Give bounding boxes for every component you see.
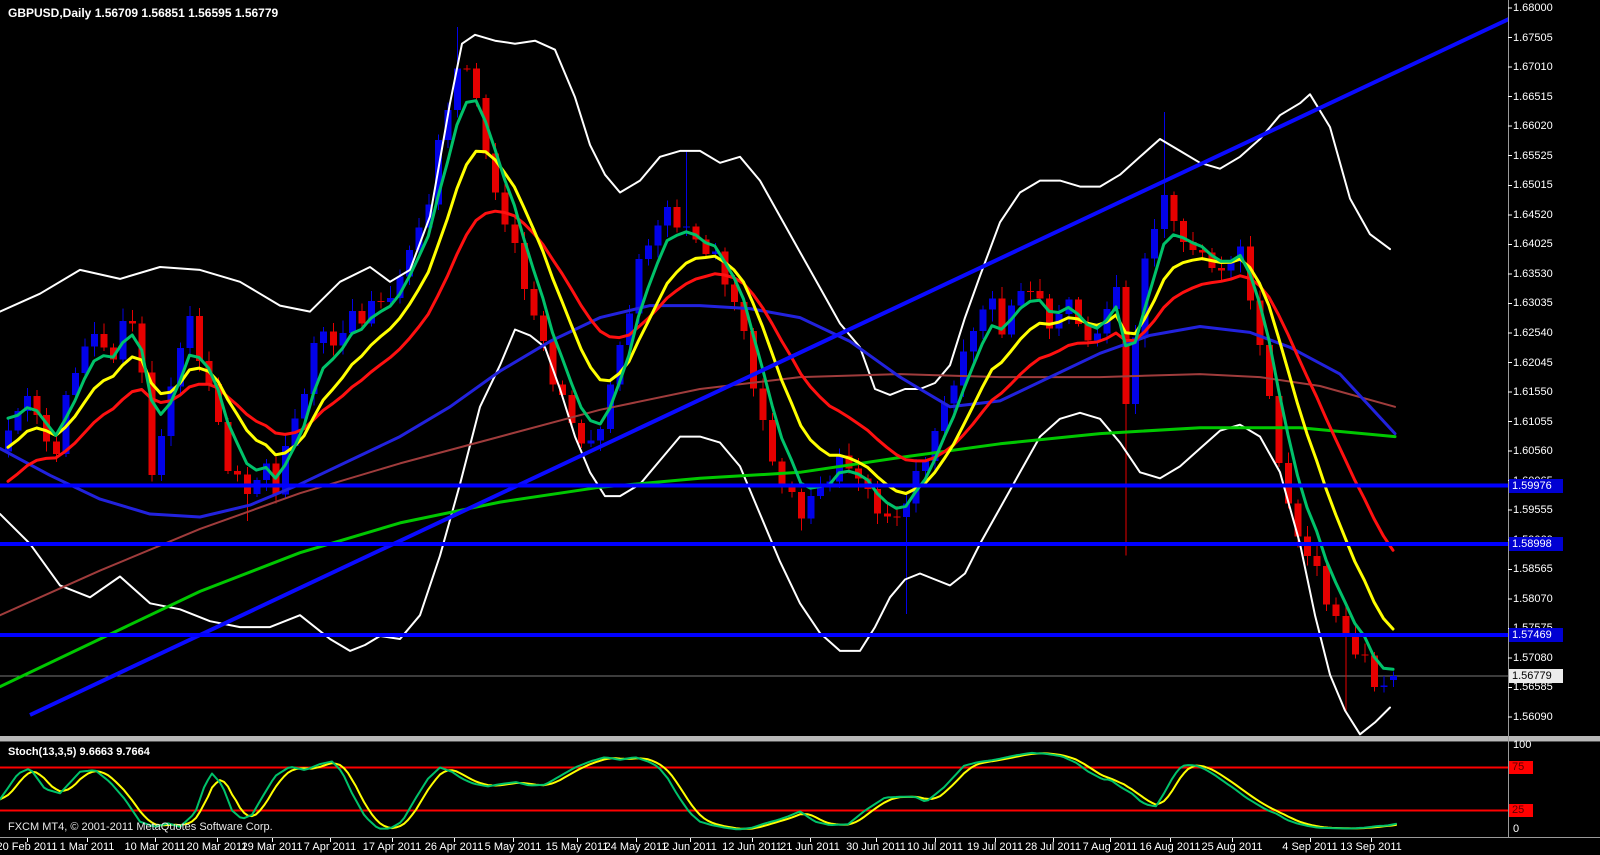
stoch-lower-level-tag: 25 bbox=[1509, 803, 1533, 817]
price-axis-label: 1.65525 bbox=[1513, 149, 1553, 162]
price-axis-label: 1.67505 bbox=[1513, 31, 1553, 44]
price-axis-label: 1.66020 bbox=[1513, 120, 1553, 133]
date-axis-label: 4 Sep 2011 bbox=[1282, 841, 1338, 853]
date-axis-label: 28 Jul 2011 bbox=[1024, 841, 1082, 853]
price-axis-label: 1.65015 bbox=[1513, 179, 1553, 192]
price-axis-label: 1.63035 bbox=[1513, 297, 1553, 310]
date-axis-label: 15 May 2011 bbox=[545, 841, 609, 853]
stoch-upper-level-tag: 75 bbox=[1509, 760, 1533, 774]
date-axis-label: 30 Jun 2011 bbox=[846, 841, 906, 853]
date-axis-label: 5 May 2011 bbox=[484, 841, 542, 853]
date-axis-label: 12 Jun 2011 bbox=[722, 841, 782, 853]
date-axis-label: 20 Mar 2011 bbox=[186, 841, 248, 853]
price-axis-label: 1.59555 bbox=[1513, 504, 1553, 517]
copyright-text: FXCM MT4, © 2001-2011 MetaQuotes Softwar… bbox=[8, 821, 273, 833]
symbol-ohlc-header: GBPUSD,Daily 1.56709 1.56851 1.56595 1.5… bbox=[8, 6, 279, 20]
date-axis-label: 7 Apr 2011 bbox=[303, 841, 357, 853]
date-axis-label: 10 Mar 2011 bbox=[124, 841, 186, 853]
stochastic-label: Stoch(13,3,5) 9.6663 9.7664 bbox=[8, 746, 150, 758]
price-axis-label: 1.56090 bbox=[1513, 711, 1553, 723]
price-axis-label: 1.61055 bbox=[1513, 415, 1553, 428]
hline-price-tag: 1.57469 bbox=[1509, 627, 1563, 642]
current-price-tag: 1.56779 bbox=[1509, 668, 1563, 683]
price-axis-label: 1.67010 bbox=[1513, 61, 1553, 74]
price-axis-label: 1.60560 bbox=[1513, 445, 1553, 458]
date-axis-label: 24 May 2011 bbox=[604, 841, 668, 853]
date-axis-label: 20 Feb 2011 bbox=[0, 841, 58, 853]
chart-canvas[interactable] bbox=[0, 0, 1600, 855]
mt4-chart-window[interactable]: GBPUSD,Daily 1.56709 1.56851 1.56595 1.5… bbox=[0, 0, 1600, 855]
stoch-scale-min: 0 bbox=[1513, 823, 1520, 835]
price-axis-label: 1.63530 bbox=[1513, 267, 1553, 280]
date-axis-label: 21 Jun 2011 bbox=[780, 841, 840, 853]
date-axis-label: 13 Sep 2011 bbox=[1340, 841, 1402, 853]
price-axis-label: 1.66515 bbox=[1513, 90, 1553, 103]
date-axis-label: 25 Aug 2011 bbox=[1201, 841, 1263, 853]
price-axis-label: 1.68000 bbox=[1513, 2, 1553, 14]
price-axis-label: 1.57080 bbox=[1513, 651, 1553, 664]
price-axis-label: 1.62540 bbox=[1513, 326, 1553, 339]
price-axis-label: 1.64025 bbox=[1513, 238, 1553, 251]
price-axis-label: 1.56585 bbox=[1513, 681, 1553, 694]
stoch-scale-max: 100 bbox=[1513, 739, 1532, 751]
date-axis-label: 1 Mar 2011 bbox=[59, 841, 115, 853]
date-axis-label: 29 Mar 2011 bbox=[241, 841, 303, 853]
date-axis-label: 2 Jun 2011 bbox=[663, 841, 717, 853]
date-axis-label: 17 Apr 2011 bbox=[362, 841, 422, 853]
price-axis-label: 1.64520 bbox=[1513, 208, 1553, 221]
date-axis-label: 7 Aug 2011 bbox=[1082, 841, 1138, 853]
date-axis-label: 26 Apr 2011 bbox=[424, 841, 484, 853]
price-axis-label: 1.58070 bbox=[1513, 592, 1553, 605]
date-axis-label: 10 Jul 2011 bbox=[906, 841, 964, 853]
price-axis-label: 1.61550 bbox=[1513, 386, 1553, 399]
price-axis-label: 1.58565 bbox=[1513, 563, 1553, 576]
hline-price-tag: 1.59976 bbox=[1509, 478, 1563, 493]
date-axis-label: 19 Jul 2011 bbox=[966, 841, 1024, 853]
price-axis-label: 1.62045 bbox=[1513, 356, 1553, 369]
date-axis-label: 16 Aug 2011 bbox=[1139, 841, 1201, 853]
candles-layer bbox=[5, 27, 1398, 712]
hline-price-tag: 1.58998 bbox=[1509, 536, 1563, 551]
